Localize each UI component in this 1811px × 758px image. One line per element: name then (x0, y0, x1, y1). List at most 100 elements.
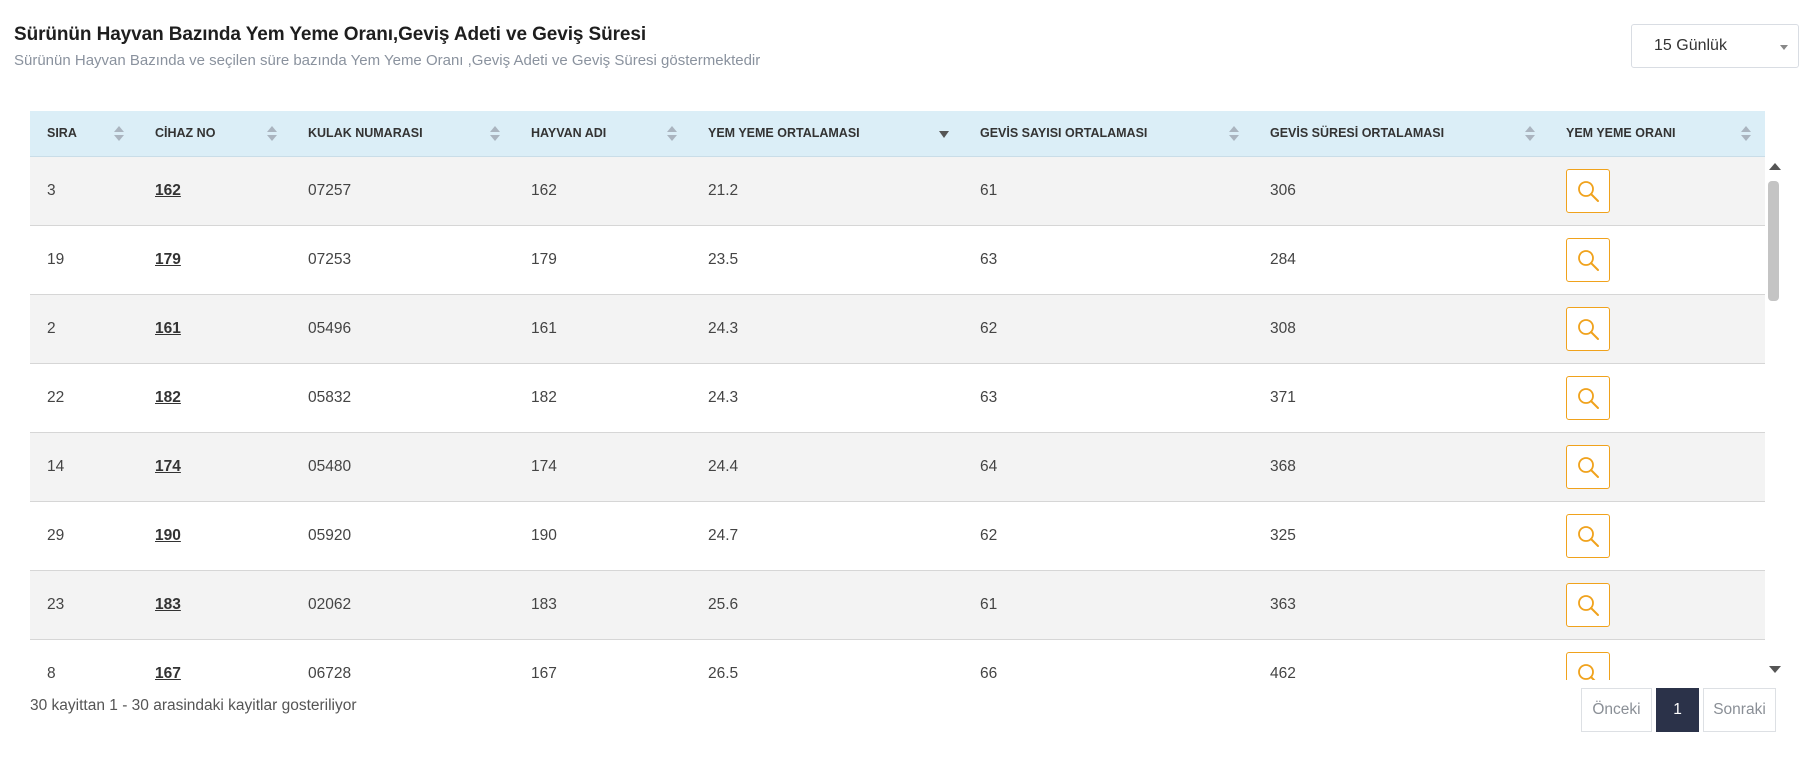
sort-icon[interactable] (267, 126, 277, 142)
device-link[interactable]: 162 (155, 182, 181, 199)
yem-yeme-ortalamasi-cell: 24.7 (691, 501, 963, 571)
device-link[interactable]: 161 (155, 320, 181, 337)
sira-cell: 14 (30, 432, 138, 502)
column-header-gevis-sayisi-ortalamasi[interactable]: GEVİS SAYISI ORTALAMASI (963, 111, 1253, 157)
hayvan-adi-cell: 179 (514, 225, 691, 295)
scrollbar-thumb[interactable] (1768, 181, 1779, 301)
column-header-yem-yeme-orani[interactable]: YEM YEME ORANI (1549, 111, 1765, 157)
kulak-numarasi-cell: 02062 (291, 570, 514, 640)
sort-icon[interactable] (114, 126, 124, 142)
sira-cell: 19 (30, 225, 138, 295)
table-scrollbar[interactable] (1767, 163, 1781, 673)
cihaz-no-cell: 179 (138, 225, 291, 295)
kulak-numarasi-cell: 05496 (291, 294, 514, 364)
gevis-suresi-cell: 462 (1253, 639, 1549, 680)
yem-yeme-orani-cell (1549, 570, 1765, 640)
search-icon (1578, 594, 1599, 616)
records-info: 30 kayittan 1 - 30 arasindaki kayitlar g… (30, 697, 357, 714)
gevis-sayisi-cell: 63 (963, 225, 1253, 295)
column-header-label: SIRA (47, 126, 77, 141)
page-1-button[interactable]: 1 (1656, 688, 1699, 732)
panel-title: Sürünün Hayvan Bazında Yem Yeme Oranı,Ge… (14, 24, 647, 45)
table-row: 29 190 05920 190 24.7 62 325 (30, 501, 1765, 571)
table-body: 3 162 07257 162 21.2 61 306 19 179 07253 179 23.5 63… (30, 156, 1765, 680)
table-row: 22 182 05832 182 24.3 63 371 (30, 363, 1765, 433)
kulak-numarasi-cell: 05920 (291, 501, 514, 571)
chevron-down-icon (1780, 45, 1788, 50)
table-row: 3 162 07257 162 21.2 61 306 (30, 156, 1765, 226)
search-icon (1578, 249, 1599, 271)
data-table: SIRA CİHAZ NO KULAK NUMARASI HAYVAN ADI YEM … (30, 111, 1765, 680)
hayvan-adi-cell: 174 (514, 432, 691, 502)
yem-yeme-ortalamasi-cell: 24.4 (691, 432, 963, 502)
view-details-button[interactable] (1566, 237, 1610, 282)
view-details-button[interactable] (1566, 651, 1610, 680)
device-link[interactable]: 182 (155, 389, 181, 406)
previous-page-button[interactable]: Önceki (1581, 688, 1652, 732)
view-details-button[interactable] (1566, 375, 1610, 420)
column-header-sira[interactable]: SIRA (30, 111, 138, 157)
gevis-sayisi-cell: 64 (963, 432, 1253, 502)
yem-yeme-orani-cell (1549, 294, 1765, 364)
kulak-numarasi-cell: 07253 (291, 225, 514, 295)
hayvan-adi-cell: 183 (514, 570, 691, 640)
sort-descending-icon[interactable] (939, 126, 949, 142)
gevis-suresi-cell: 363 (1253, 570, 1549, 640)
panel-subtitle: Sürünün Hayvan Bazında ve seçilen süre b… (14, 52, 761, 69)
view-details-button[interactable] (1566, 582, 1610, 627)
device-link[interactable]: 183 (155, 596, 181, 613)
gevis-sayisi-cell: 63 (963, 363, 1253, 433)
sort-icon[interactable] (1525, 126, 1535, 142)
cihaz-no-cell: 167 (138, 639, 291, 680)
column-header-label: YEM YEME ORANI (1566, 126, 1676, 141)
scroll-down-arrow-icon[interactable] (1769, 666, 1781, 673)
column-header-label: CİHAZ NO (155, 126, 216, 141)
next-page-button[interactable]: Sonraki (1703, 688, 1776, 732)
column-header-label: GEVİS SAYISI ORTALAMASI (980, 126, 1148, 141)
sort-icon[interactable] (667, 126, 677, 142)
gevis-suresi-cell: 284 (1253, 225, 1549, 295)
period-select[interactable]: 15 Günlük (1631, 24, 1799, 68)
cihaz-no-cell: 161 (138, 294, 291, 364)
device-link[interactable]: 190 (155, 527, 181, 544)
yem-yeme-orani-cell (1549, 363, 1765, 433)
sira-cell: 22 (30, 363, 138, 433)
yem-yeme-ortalamasi-cell: 24.3 (691, 294, 963, 364)
hayvan-adi-cell: 190 (514, 501, 691, 571)
gevis-suresi-cell: 371 (1253, 363, 1549, 433)
gevis-suresi-cell: 368 (1253, 432, 1549, 502)
view-details-button[interactable] (1566, 444, 1610, 489)
search-icon (1578, 663, 1596, 680)
sira-cell: 23 (30, 570, 138, 640)
yem-yeme-orani-cell (1549, 225, 1765, 295)
sort-icon[interactable] (1229, 126, 1239, 142)
device-link[interactable]: 174 (155, 458, 181, 475)
column-header-gevis-suresi-ortalamasi[interactable]: GEVİS SÜRESİ ORTALAMASI (1253, 111, 1549, 157)
device-link[interactable]: 167 (155, 665, 181, 681)
search-icon (1578, 456, 1599, 478)
yem-yeme-ortalamasi-cell: 21.2 (691, 156, 963, 226)
gevis-sayisi-cell: 61 (963, 570, 1253, 640)
table-row: 14 174 05480 174 24.4 64 368 (30, 432, 1765, 502)
view-details-button[interactable] (1566, 306, 1610, 351)
yem-yeme-orani-cell (1549, 156, 1765, 226)
column-header-hayvan-adi[interactable]: HAYVAN ADI (514, 111, 691, 157)
view-details-button[interactable] (1566, 168, 1610, 213)
device-link[interactable]: 179 (155, 251, 181, 268)
sort-icon[interactable] (490, 126, 500, 142)
column-header-cihaz-no[interactable]: CİHAZ NO (138, 111, 291, 157)
table-header-row: SIRA CİHAZ NO KULAK NUMARASI HAYVAN ADI YEM … (30, 111, 1765, 157)
view-details-button[interactable] (1566, 513, 1610, 558)
sira-cell: 2 (30, 294, 138, 364)
sira-cell: 8 (30, 639, 138, 680)
scroll-up-arrow-icon[interactable] (1769, 163, 1781, 170)
gevis-sayisi-cell: 66 (963, 639, 1253, 680)
column-header-kulak-numarasi[interactable]: KULAK NUMARASI (291, 111, 514, 157)
yem-yeme-ortalamasi-cell: 25.6 (691, 570, 963, 640)
column-header-yem-yeme-ortalamasi[interactable]: YEM YEME ORTALAMASI (691, 111, 963, 157)
hayvan-adi-cell: 161 (514, 294, 691, 364)
cihaz-no-cell: 183 (138, 570, 291, 640)
kulak-numarasi-cell: 05480 (291, 432, 514, 502)
column-header-label: GEVİS SÜRESİ ORTALAMASI (1270, 126, 1445, 141)
sort-icon[interactable] (1741, 126, 1751, 142)
